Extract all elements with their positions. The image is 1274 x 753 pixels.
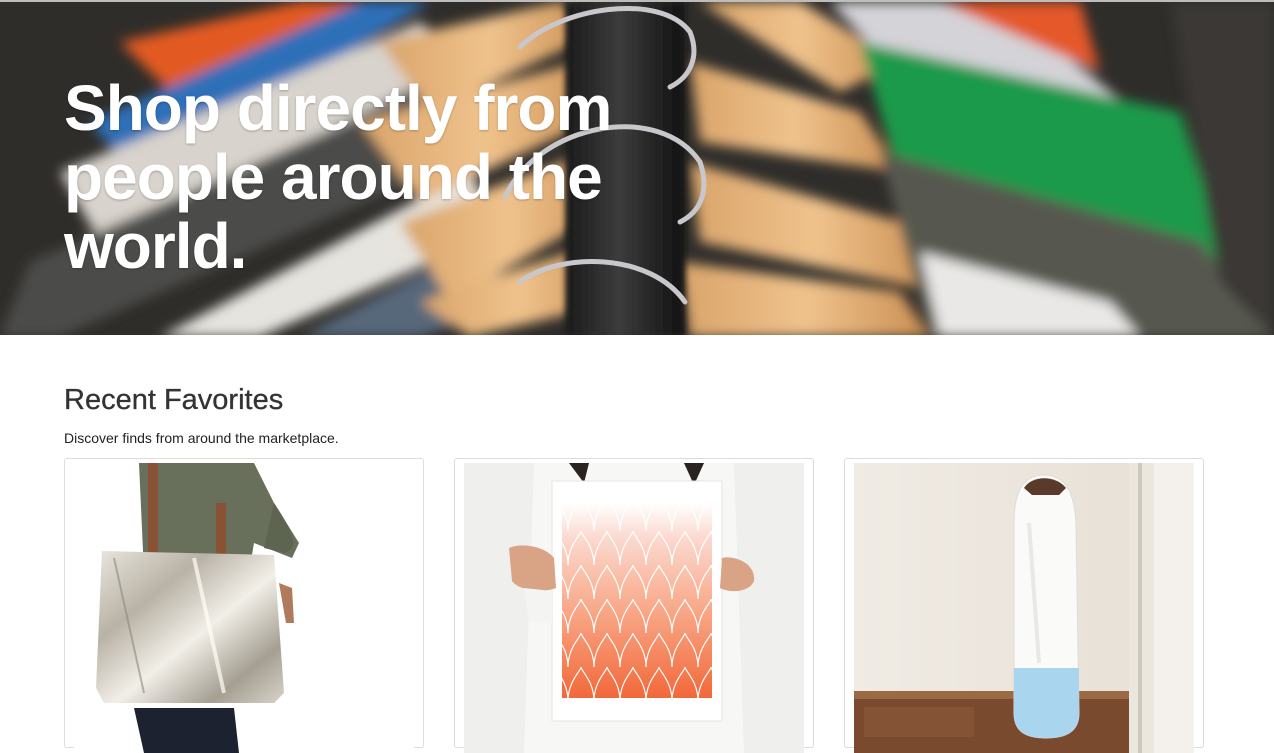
- product-card[interactable]: [64, 458, 424, 753]
- hero-title-line-3: world.: [64, 210, 247, 282]
- hero-title-line-1: Shop directly from: [64, 72, 612, 144]
- hero-banner: Shop directly from people around the wor…: [0, 0, 1274, 335]
- product-card[interactable]: [844, 458, 1204, 753]
- hero-title: Shop directly from people around the wor…: [64, 74, 664, 281]
- product-image-coral-print[interactable]: [464, 463, 804, 753]
- section-subtitle: Discover finds from around the marketpla…: [64, 430, 339, 446]
- product-image-surfboard-sock[interactable]: [854, 463, 1194, 753]
- product-image-tote-bag[interactable]: [74, 463, 414, 753]
- product-card[interactable]: [454, 458, 814, 753]
- section-title: Recent Favorites: [64, 384, 284, 416]
- hero-title-line-2: people around the: [64, 141, 603, 213]
